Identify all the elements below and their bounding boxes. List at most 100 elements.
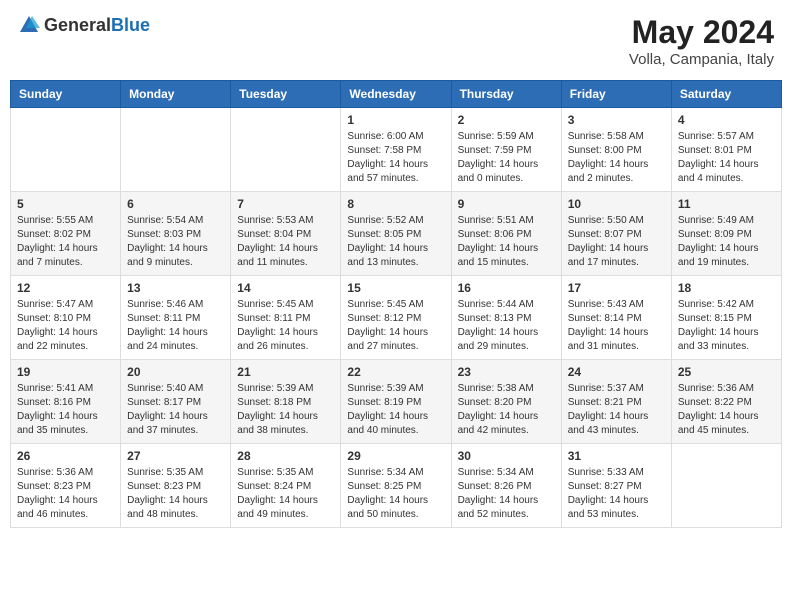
cell-info: Sunrise: 5:50 AMSunset: 8:07 PMDaylight:… [568,215,649,268]
cell-info: Sunrise: 5:41 AMSunset: 8:16 PMDaylight:… [17,383,98,436]
cell-info: Sunrise: 5:36 AMSunset: 8:23 PMDaylight:… [17,467,98,520]
calendar-cell: 7 Sunrise: 5:53 AMSunset: 8:04 PMDaylight… [231,192,341,276]
cell-info: Sunrise: 5:35 AMSunset: 8:24 PMDaylight:… [237,467,318,520]
day-number: 11 [678,197,775,211]
title-area: May 2024 Volla, Campania, Italy [629,14,774,68]
cell-info: Sunrise: 5:59 AMSunset: 7:59 PMDaylight:… [458,131,539,184]
calendar-cell: 15 Sunrise: 5:45 AMSunset: 8:12 PMDayligh… [341,276,451,360]
day-number: 24 [568,365,665,379]
day-number: 22 [347,365,444,379]
calendar-body: 1 Sunrise: 6:00 AMSunset: 7:58 PMDaylight… [11,108,782,528]
day-number: 18 [678,281,775,295]
calendar-cell: 11 Sunrise: 5:49 AMSunset: 8:09 PMDayligh… [671,192,781,276]
calendar-cell: 30 Sunrise: 5:34 AMSunset: 8:26 PMDayligh… [451,444,561,528]
calendar-cell: 9Sunrise: 5:51 AMSunset: 8:06 PMDaylight… [451,192,561,276]
day-number: 6 [127,197,224,211]
calendar-cell: 10Sunrise: 5:50 AMSunset: 8:07 PMDayligh… [561,192,671,276]
calendar-header-row: SundayMondayTuesdayWednesdayThursdayFrid… [11,81,782,108]
cell-info: Sunrise: 5:49 AMSunset: 8:09 PMDaylight:… [678,215,759,268]
day-number: 8 [347,197,444,211]
day-number: 16 [458,281,555,295]
day-header-saturday: Saturday [671,81,781,108]
calendar-cell: 17Sunrise: 5:43 AMSunset: 8:14 PMDayligh… [561,276,671,360]
cell-info: Sunrise: 5:38 AMSunset: 8:20 PMDaylight:… [458,383,539,436]
day-number: 23 [458,365,555,379]
calendar-cell: 3 Sunrise: 5:58 AMSunset: 8:00 PMDaylight… [561,108,671,192]
logo: GeneralBlue [18,14,150,36]
cell-info: Sunrise: 5:53 AMSunset: 8:04 PMDaylight:… [237,215,318,268]
calendar-cell: 20Sunrise: 5:40 AMSunset: 8:17 PMDayligh… [121,360,231,444]
calendar-cell: 14Sunrise: 5:45 AMSunset: 8:11 PMDayligh… [231,276,341,360]
cell-info: Sunrise: 5:42 AMSunset: 8:15 PMDaylight:… [678,299,759,352]
calendar-cell: 27 Sunrise: 5:35 AMSunset: 8:23 PMDayligh… [121,444,231,528]
calendar-cell [671,444,781,528]
logo-icon [18,14,40,36]
calendar-cell: 5 Sunrise: 5:55 AMSunset: 8:02 PMDaylight… [11,192,121,276]
day-number: 15 [347,281,444,295]
day-number: 7 [237,197,334,211]
day-number: 19 [17,365,114,379]
calendar-cell: 8Sunrise: 5:52 AMSunset: 8:05 PMDaylight… [341,192,451,276]
day-header-sunday: Sunday [11,81,121,108]
month-title: May 2024 [629,14,774,51]
cell-info: Sunrise: 6:00 AMSunset: 7:58 PMDaylight:… [347,131,428,184]
cell-info: Sunrise: 5:51 AMSunset: 8:06 PMDaylight:… [458,215,539,268]
location-title: Volla, Campania, Italy [629,51,774,68]
cell-info: Sunrise: 5:57 AMSunset: 8:01 PMDaylight:… [678,131,759,184]
day-number: 27 [127,449,224,463]
calendar-week-1: 1 Sunrise: 6:00 AMSunset: 7:58 PMDaylight… [11,108,782,192]
calendar-week-2: 5 Sunrise: 5:55 AMSunset: 8:02 PMDaylight… [11,192,782,276]
day-number: 5 [17,197,114,211]
calendar-cell: 6 Sunrise: 5:54 AMSunset: 8:03 PMDaylight… [121,192,231,276]
day-header-wednesday: Wednesday [341,81,451,108]
calendar-cell: 12 Sunrise: 5:47 AMSunset: 8:10 PMDayligh… [11,276,121,360]
day-header-monday: Monday [121,81,231,108]
day-number: 31 [568,449,665,463]
day-header-friday: Friday [561,81,671,108]
day-number: 3 [568,113,665,127]
calendar-cell [231,108,341,192]
calendar-week-3: 12 Sunrise: 5:47 AMSunset: 8:10 PMDayligh… [11,276,782,360]
cell-info: Sunrise: 5:47 AMSunset: 8:10 PMDaylight:… [17,299,98,352]
day-number: 2 [458,113,555,127]
cell-info: Sunrise: 5:36 AMSunset: 8:22 PMDaylight:… [678,383,759,436]
day-number: 26 [17,449,114,463]
calendar-cell: 28Sunrise: 5:35 AMSunset: 8:24 PMDayligh… [231,444,341,528]
calendar-cell: 13 Sunrise: 5:46 AMSunset: 8:11 PMDayligh… [121,276,231,360]
day-number: 1 [347,113,444,127]
cell-info: Sunrise: 5:58 AMSunset: 8:00 PMDaylight:… [568,131,649,184]
cell-info: Sunrise: 5:33 AMSunset: 8:27 PMDaylight:… [568,467,649,520]
day-number: 29 [347,449,444,463]
cell-info: Sunrise: 5:45 AMSunset: 8:12 PMDaylight:… [347,299,428,352]
cell-info: Sunrise: 5:39 AMSunset: 8:18 PMDaylight:… [237,383,318,436]
day-number: 13 [127,281,224,295]
cell-info: Sunrise: 5:34 AMSunset: 8:26 PMDaylight:… [458,467,539,520]
calendar-week-5: 26 Sunrise: 5:36 AMSunset: 8:23 PMDayligh… [11,444,782,528]
cell-info: Sunrise: 5:54 AMSunset: 8:03 PMDaylight:… [127,215,208,268]
day-number: 21 [237,365,334,379]
calendar-cell: 23 Sunrise: 5:38 AMSunset: 8:20 PMDayligh… [451,360,561,444]
calendar-cell: 21 Sunrise: 5:39 AMSunset: 8:18 PMDayligh… [231,360,341,444]
calendar-cell: 2 Sunrise: 5:59 AMSunset: 7:59 PMDaylight… [451,108,561,192]
day-number: 30 [458,449,555,463]
calendar-cell: 26 Sunrise: 5:36 AMSunset: 8:23 PMDayligh… [11,444,121,528]
calendar-cell: 16Sunrise: 5:44 AMSunset: 8:13 PMDayligh… [451,276,561,360]
header: GeneralBlue May 2024 Volla, Campania, It… [10,10,782,72]
cell-info: Sunrise: 5:55 AMSunset: 8:02 PMDaylight:… [17,215,98,268]
cell-info: Sunrise: 5:39 AMSunset: 8:19 PMDaylight:… [347,383,428,436]
cell-info: Sunrise: 5:40 AMSunset: 8:17 PMDaylight:… [127,383,208,436]
calendar-table: SundayMondayTuesdayWednesdayThursdayFrid… [10,80,782,528]
cell-info: Sunrise: 5:34 AMSunset: 8:25 PMDaylight:… [347,467,428,520]
cell-info: Sunrise: 5:35 AMSunset: 8:23 PMDaylight:… [127,467,208,520]
logo-general-text: GeneralBlue [44,15,150,36]
cell-info: Sunrise: 5:46 AMSunset: 8:11 PMDaylight:… [127,299,208,352]
calendar-week-4: 19 Sunrise: 5:41 AMSunset: 8:16 PMDayligh… [11,360,782,444]
calendar-cell: 1 Sunrise: 6:00 AMSunset: 7:58 PMDaylight… [341,108,451,192]
calendar-cell: 25 Sunrise: 5:36 AMSunset: 8:22 PMDayligh… [671,360,781,444]
day-number: 14 [237,281,334,295]
calendar-cell: 29 Sunrise: 5:34 AMSunset: 8:25 PMDayligh… [341,444,451,528]
calendar-cell: 18 Sunrise: 5:42 AMSunset: 8:15 PMDayligh… [671,276,781,360]
calendar-cell [121,108,231,192]
day-number: 12 [17,281,114,295]
day-number: 25 [678,365,775,379]
